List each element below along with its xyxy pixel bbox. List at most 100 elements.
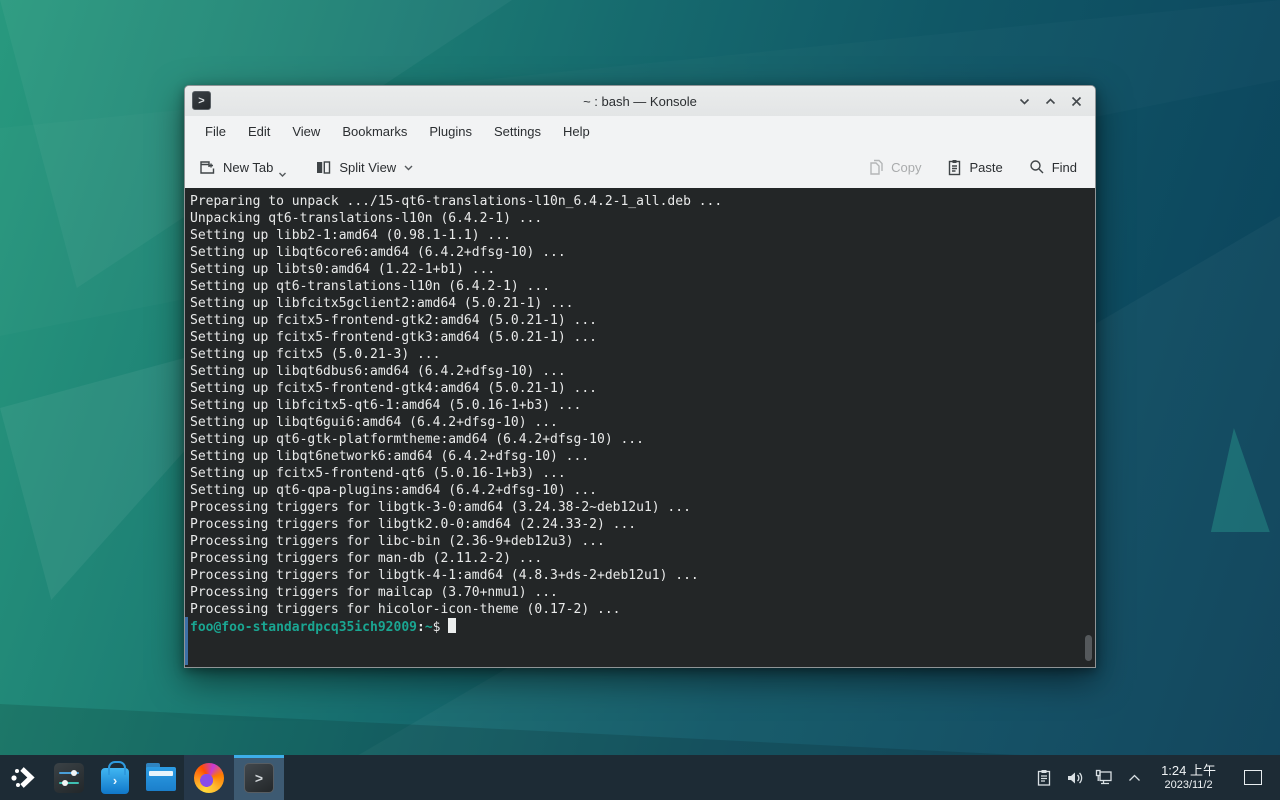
konsole-icon: > xyxy=(244,763,274,793)
show-desktop-icon xyxy=(1244,770,1262,785)
menu-item-help[interactable]: Help xyxy=(552,120,601,143)
window-title: ~ : bash — Konsole xyxy=(185,94,1095,109)
task-firefox[interactable] xyxy=(184,755,234,800)
close-button[interactable] xyxy=(1069,94,1083,108)
terminal-line: Setting up libts0:amd64 (1.22-1+b1) ... xyxy=(190,261,1085,278)
terminal-line: Processing triggers for mailcap (3.70+nm… xyxy=(190,584,1085,601)
paste-label: Paste xyxy=(969,160,1002,175)
find-button[interactable]: Find xyxy=(1029,159,1077,175)
minimize-button[interactable] xyxy=(1017,94,1031,108)
kde-launcher-icon xyxy=(8,763,38,793)
clipboard-tray-button[interactable] xyxy=(1029,755,1059,800)
clock-time: 1:24 上午 xyxy=(1161,764,1216,779)
volume-tray-button[interactable] xyxy=(1059,755,1089,800)
copy-button[interactable]: Copy xyxy=(868,159,921,176)
menu-item-file[interactable]: File xyxy=(194,120,237,143)
terminal-line: Processing triggers for libgtk2.0-0:amd6… xyxy=(190,516,1085,533)
terminal-scrollback: Preparing to unpack .../15-qt6-translati… xyxy=(190,193,1085,618)
terminal-line: Setting up libqt6dbus6:amd64 (6.4.2+dfsg… xyxy=(190,363,1085,380)
konsole-window: > ~ : bash — Konsole File Edit View Book… xyxy=(184,85,1096,668)
discover-button[interactable]: › xyxy=(92,755,138,800)
terminal-line: Setting up qt6-translations-l10n (6.4.2-… xyxy=(190,278,1085,295)
terminal-line: Setting up fcitx5-frontend-gtk3:amd64 (5… xyxy=(190,329,1085,346)
new-tab-button[interactable]: New Tab xyxy=(199,159,289,176)
clipboard-icon xyxy=(1035,769,1053,787)
tray-expander-button[interactable] xyxy=(1119,755,1149,800)
window-titlebar[interactable]: > ~ : bash — Konsole xyxy=(185,86,1095,116)
terminal-line: Processing triggers for libgtk-3-0:amd64… xyxy=(190,499,1085,516)
terminal-line: Setting up fcitx5 (5.0.21-3) ... xyxy=(190,346,1085,363)
show-desktop-button[interactable] xyxy=(1236,755,1270,800)
prompt-separator: : xyxy=(417,620,425,635)
konsole-app-icon: > xyxy=(192,91,211,110)
system-settings-button[interactable] xyxy=(46,755,92,800)
terminal-line: Setting up fcitx5-frontend-gtk2:amd64 (5… xyxy=(190,312,1085,329)
terminal-line: Setting up libqt6core6:amd64 (6.4.2+dfsg… xyxy=(190,244,1085,261)
split-view-button[interactable]: Split View xyxy=(315,159,414,176)
terminal-line: Processing triggers for libc-bin (2.36-9… xyxy=(190,533,1085,550)
task-konsole[interactable]: > xyxy=(234,755,284,800)
shell-prompt: foo@foo-standardpcq35ich92009:~$ xyxy=(190,618,1085,636)
application-launcher-button[interactable] xyxy=(0,755,46,800)
close-icon xyxy=(1070,95,1083,108)
chevron-up-icon xyxy=(1127,773,1142,783)
terminal-line: Unpacking qt6-translations-l10n (6.4.2-1… xyxy=(190,210,1085,227)
speaker-icon xyxy=(1065,769,1084,787)
network-tray-button[interactable] xyxy=(1089,755,1119,800)
new-tab-icon xyxy=(199,159,216,176)
menu-item-plugins[interactable]: Plugins xyxy=(418,120,483,143)
menu-item-edit[interactable]: Edit xyxy=(237,120,281,143)
text-cursor xyxy=(448,618,456,633)
find-label: Find xyxy=(1052,160,1077,175)
terminal-line: Processing triggers for libgtk-4-1:amd64… xyxy=(190,567,1085,584)
screen: > ~ : bash — Konsole File Edit View Book… xyxy=(0,0,1280,800)
menu-item-settings[interactable]: Settings xyxy=(483,120,552,143)
search-icon xyxy=(1029,159,1045,175)
file-manager-button[interactable] xyxy=(138,755,184,800)
terminal-scrollbar[interactable] xyxy=(1085,635,1092,661)
wired-network-icon xyxy=(1094,768,1114,787)
digital-clock[interactable]: 1:24 上午 2023/11/2 xyxy=(1149,764,1228,792)
chevron-up-icon xyxy=(1044,95,1057,108)
terminal-line: Processing triggers for man-db (2.11.2-2… xyxy=(190,550,1085,567)
terminal-line: Setting up libfcitx5gclient2:amd64 (5.0.… xyxy=(190,295,1085,312)
terminal-output-area[interactable]: Preparing to unpack .../15-qt6-translati… xyxy=(185,188,1095,667)
terminal-line: Setting up qt6-qpa-plugins:amd64 (6.4.2+… xyxy=(190,482,1085,499)
terminal-line: Setting up libfcitx5-qt6-1:amd64 (5.0.16… xyxy=(190,397,1085,414)
paste-icon xyxy=(947,159,962,176)
paste-button[interactable]: Paste xyxy=(947,159,1002,176)
chevron-down-icon xyxy=(403,163,414,172)
clock-date: 2023/11/2 xyxy=(1161,779,1216,792)
terminal-line: Setting up qt6-gtk-platformtheme:amd64 (… xyxy=(190,431,1085,448)
prompt-user-host: foo@foo-standardpcq35ich92009 xyxy=(190,620,417,635)
terminal-line: Setting up fcitx5-frontend-gtk4:amd64 (5… xyxy=(190,380,1085,397)
firefox-icon xyxy=(194,763,224,793)
copy-icon xyxy=(868,159,884,176)
menu-bar: File Edit View Bookmarks Plugins Setting… xyxy=(185,116,1095,146)
system-settings-icon xyxy=(54,763,84,793)
taskbar: › > xyxy=(0,755,1280,800)
chevron-down-icon xyxy=(1018,95,1031,108)
terminal-line: Setting up fcitx5-frontend-qt6 (5.0.16-1… xyxy=(190,465,1085,482)
split-view-label: Split View xyxy=(339,160,396,175)
new-tab-label: New Tab xyxy=(223,160,273,175)
menu-item-view[interactable]: View xyxy=(281,120,331,143)
copy-label: Copy xyxy=(891,160,921,175)
terminal-line: Setting up libb2-1:amd64 (0.98.1-1.1) ..… xyxy=(190,227,1085,244)
folder-icon xyxy=(146,767,176,791)
menu-item-bookmarks[interactable]: Bookmarks xyxy=(331,120,418,143)
toolbar: New Tab Split View xyxy=(185,146,1095,188)
prompt-path: ~ xyxy=(425,620,433,635)
chevron-down-icon xyxy=(278,171,287,178)
new-tab-dropdown[interactable] xyxy=(278,166,287,181)
terminal-line: Processing triggers for hicolor-icon-the… xyxy=(190,601,1085,618)
terminal-line: Setting up libqt6network6:amd64 (6.4.2+d… xyxy=(190,448,1085,465)
split-view-icon xyxy=(315,159,332,176)
terminal-line: Setting up libqt6gui6:amd64 (6.4.2+dfsg-… xyxy=(190,414,1085,431)
terminal-line: Preparing to unpack .../15-qt6-translati… xyxy=(190,193,1085,210)
prompt-symbol: $ xyxy=(433,620,441,635)
discover-icon: › xyxy=(101,768,129,794)
maximize-button[interactable] xyxy=(1043,94,1057,108)
new-output-indicator xyxy=(185,617,188,665)
split-view-dropdown[interactable] xyxy=(403,160,414,175)
